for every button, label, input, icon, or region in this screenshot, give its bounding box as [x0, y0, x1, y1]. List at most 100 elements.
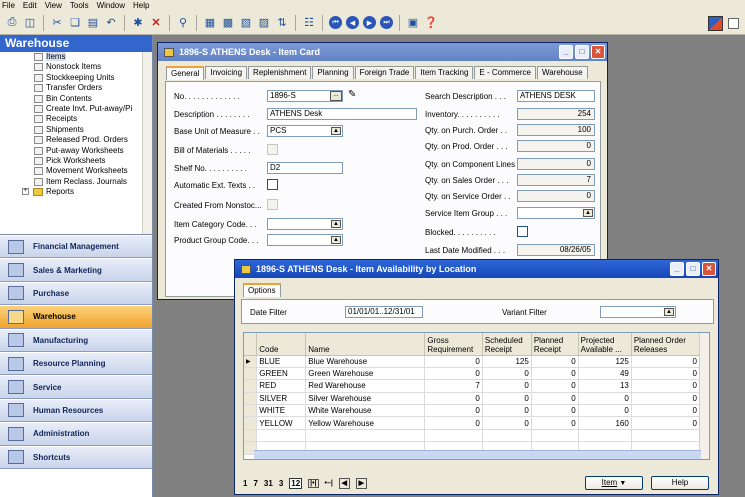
table-cell[interactable]: 0 [424, 392, 483, 406]
tree-item[interactable]: Nonstock Items [0, 62, 152, 72]
print-preview-icon[interactable]: ◫ [22, 15, 38, 31]
sort-icon[interactable]: ⇅ [274, 15, 290, 31]
menu-help[interactable]: Help [133, 1, 149, 10]
table-cell[interactable]: 0 [531, 416, 579, 430]
table-cell[interactable]: 0 [482, 416, 532, 430]
tab-general[interactable]: General [166, 66, 205, 80]
table-cell[interactable]: SILVER [256, 392, 307, 406]
period-month[interactable]: 31 [264, 479, 273, 488]
inventory-field[interactable]: 254 [517, 108, 595, 120]
tree-item[interactable]: Transfer Orders [0, 83, 152, 93]
qty-purch-field[interactable]: 100 [517, 124, 595, 136]
table-cell[interactable]: 0 [424, 404, 483, 418]
column-header[interactable]: Scheduled Receipt [482, 333, 532, 356]
column-header[interactable]: Planned Order Releases [631, 333, 701, 356]
tab-invoicing[interactable]: Invoicing [205, 66, 248, 79]
qty-component-field[interactable]: 0 [517, 158, 595, 170]
tab-e-commerce[interactable]: E - Commerce [474, 66, 536, 79]
table-cell[interactable]: 0 [482, 379, 532, 393]
menu-category[interactable]: Human Resources [0, 398, 152, 423]
help-icon[interactable]: ❓ [423, 15, 439, 31]
previous-period-icon[interactable]: ◀ [338, 478, 350, 489]
dropdown-arrow-icon[interactable]: ▲ [664, 308, 674, 316]
table-row[interactable]: WHITE White Warehouse 0 0 0 0 0 [244, 404, 701, 418]
row-selector[interactable] [244, 404, 258, 418]
table-row[interactable]: GREEN Green Warehouse 0 0 0 49 0 [244, 367, 701, 381]
tab-replenishment[interactable]: Replenishment [248, 66, 312, 79]
dropdown-arrow-icon[interactable]: ▲ [583, 209, 593, 217]
table-filter-icon[interactable]: ▦ [202, 15, 218, 31]
date-filter-field[interactable]: 01/01/01..12/31/01 [345, 306, 423, 318]
empty-table-row[interactable] [244, 429, 701, 443]
tab-foreign-trade[interactable]: Foreign Trade [354, 66, 415, 79]
table-cell[interactable]: 125 [578, 355, 632, 368]
table-cell[interactable]: 125 [482, 355, 532, 368]
table-cell[interactable]: 0 [631, 379, 701, 393]
menu-category[interactable]: Financial Management [0, 235, 152, 259]
tree-scrollbar[interactable] [142, 52, 152, 234]
table-cell[interactable]: 0 [631, 355, 701, 368]
table-cell[interactable]: 160 [578, 416, 632, 430]
find-icon[interactable]: ⚲ [175, 15, 191, 31]
menu-category[interactable]: Manufacturing [0, 328, 152, 352]
first-record-icon[interactable]: ⏮ [329, 16, 342, 29]
table-cell[interactable]: 0 [424, 416, 483, 430]
table-row[interactable]: SILVER Silver Warehouse 0 0 0 0 0 [244, 392, 701, 406]
table-cell[interactable]: 0 [631, 404, 701, 418]
menu-category[interactable]: Sales & Marketing [0, 258, 152, 282]
cut-icon[interactable]: ✂ [49, 15, 65, 31]
assist-edit-button[interactable]: ... [330, 91, 342, 101]
copy-icon[interactable]: ❏ [67, 15, 83, 31]
menu-category[interactable]: Resource Planning [0, 351, 152, 376]
table-cell[interactable] [305, 429, 426, 443]
last-record-icon[interactable]: ⏭ [380, 16, 393, 29]
print-icon[interactable]: ⎙ [4, 15, 20, 31]
tree-item[interactable]: Item Reclass. Journals [0, 177, 152, 187]
period-quarter[interactable]: 3 [279, 479, 283, 488]
balance-at-date-icon[interactable]: •–| [325, 480, 333, 487]
previous-record-icon[interactable]: ◀ [346, 16, 359, 29]
new-record-icon[interactable]: ✱ [130, 15, 146, 31]
item-category-field[interactable]: ▲ [267, 218, 343, 230]
table-cell[interactable]: 0 [531, 355, 579, 368]
table-cell[interactable]: 0 [482, 367, 532, 381]
table-cell[interactable]: 0 [424, 355, 483, 368]
dropdown-arrow-icon[interactable]: ▲ [331, 220, 341, 228]
description-field[interactable]: ATHENS Desk [267, 108, 417, 120]
table-cell[interactable]: White Warehouse [305, 404, 426, 418]
availability-titlebar[interactable]: 1896-S ATHENS Desk - Item Availability b… [235, 260, 718, 278]
tab-options[interactable]: Options [243, 283, 281, 297]
menu-edit[interactable]: Edit [23, 1, 37, 10]
period-day[interactable]: 1 [243, 479, 247, 488]
tree-item[interactable]: Released Prod. Orders [0, 135, 152, 145]
row-selector[interactable] [244, 392, 258, 406]
table-cell[interactable]: Green Warehouse [305, 367, 426, 381]
table-cell[interactable] [424, 429, 483, 443]
search-description-field[interactable]: ATHENS DESK [517, 90, 595, 102]
table-row[interactable]: ▶ BLUE Blue Warehouse 0 125 0 125 0 [244, 355, 701, 368]
period-year[interactable]: 12 [289, 478, 303, 489]
dropdown-arrow-icon[interactable]: ▲ [331, 127, 341, 135]
table-cell[interactable]: YELLOW [256, 416, 307, 430]
table-cell[interactable]: 7 [424, 379, 483, 393]
qty-sales-field[interactable]: 7 [517, 174, 595, 186]
table-cell[interactable]: 0 [531, 367, 579, 381]
period-week[interactable]: 7 [253, 479, 257, 488]
table-cell[interactable]: 0 [424, 367, 483, 381]
table-cell[interactable] [531, 429, 579, 443]
table-cell[interactable]: Blue Warehouse [305, 355, 426, 368]
table-cell[interactable]: RED [256, 379, 307, 393]
product-group-field[interactable]: ▲ [267, 234, 343, 246]
dropdown-arrow-icon[interactable]: ▲ [331, 236, 341, 244]
item-menu-button[interactable]: Item ▼ [585, 476, 643, 490]
flowfilter-icon[interactable]: ▧ [238, 15, 254, 31]
tab-item-tracking[interactable]: Item Tracking [415, 66, 474, 79]
menu-tools[interactable]: Tools [70, 1, 89, 10]
base-uom-field[interactable]: PCS ▲ [267, 125, 343, 137]
table-cell[interactable]: 0 [631, 416, 701, 430]
column-header[interactable]: Projected Available ... [578, 333, 632, 356]
field-filter-icon[interactable]: ▩ [220, 15, 236, 31]
row-selector[interactable] [244, 416, 258, 430]
table-cell[interactable]: Red Warehouse [305, 379, 426, 393]
paste-icon[interactable]: ▤ [85, 15, 101, 31]
